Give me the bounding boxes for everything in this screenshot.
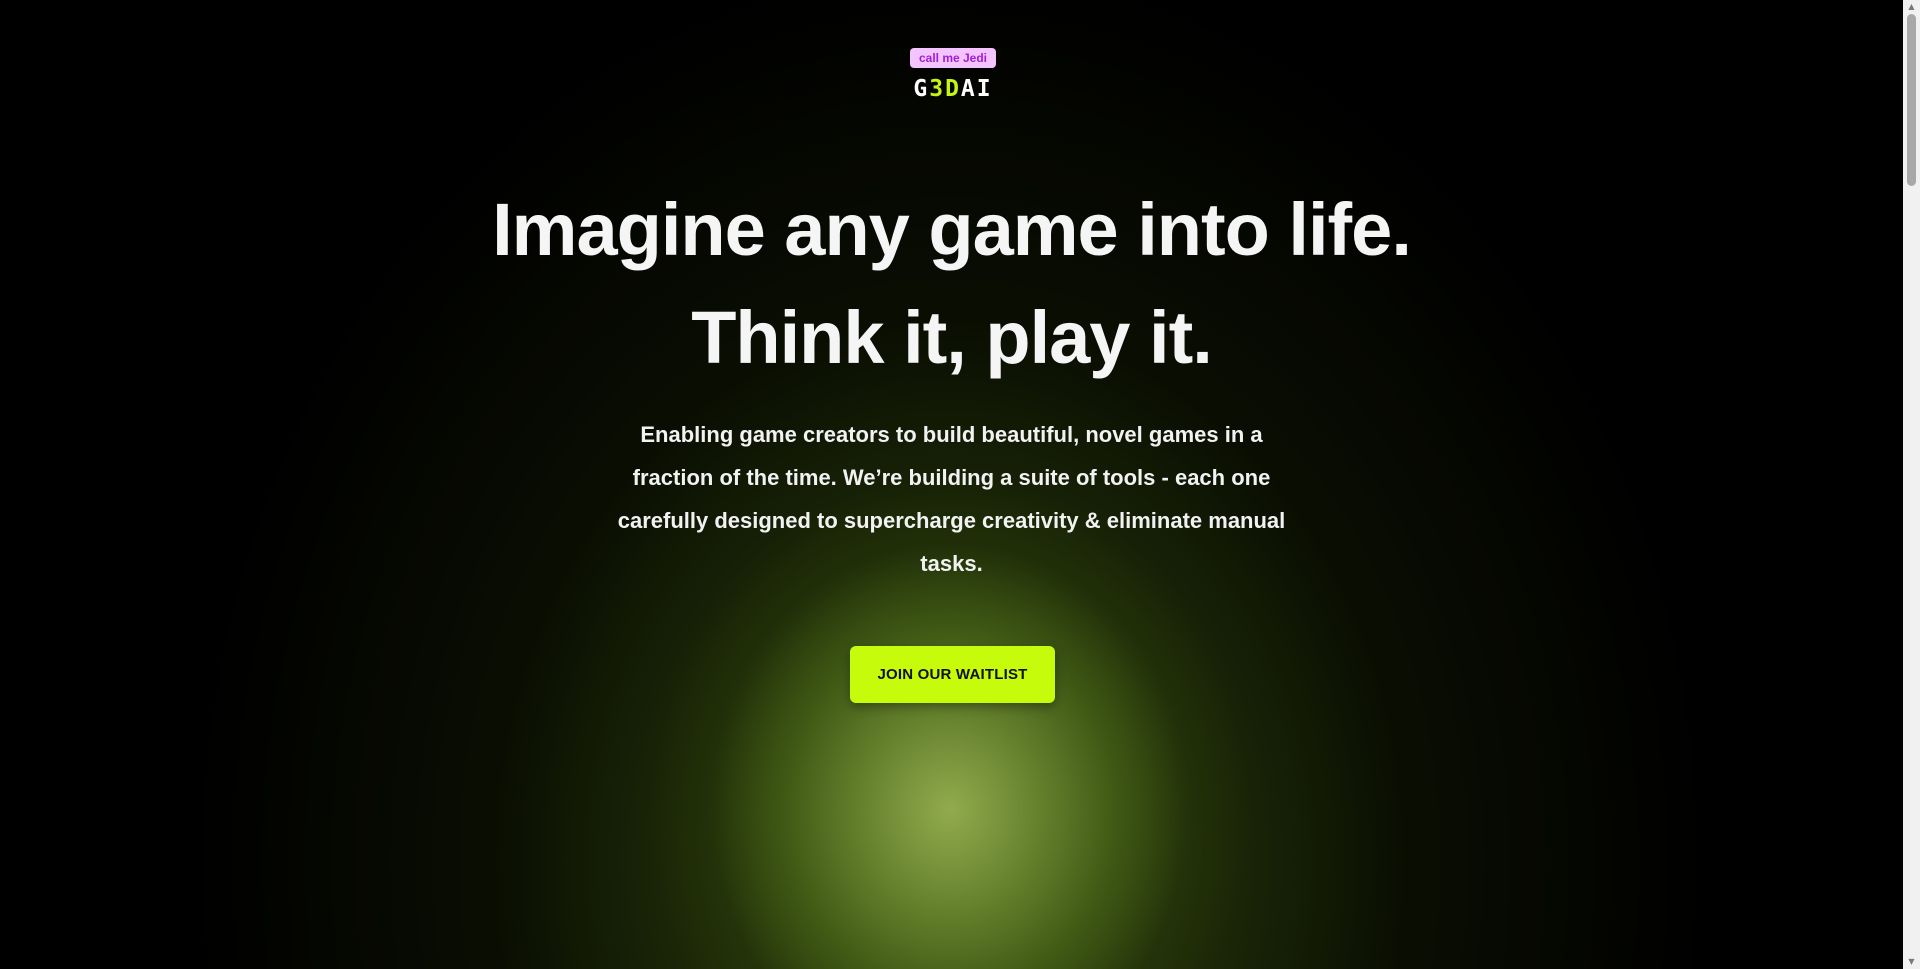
scrollbar-thumb[interactable] (1907, 14, 1916, 186)
logo-text-g: G (913, 76, 930, 102)
logo-text-ai: AI (960, 76, 993, 102)
call-me-jedi-badge[interactable]: call me Jedi (910, 48, 996, 68)
hero-headline: Imagine any game into life. Think it, pl… (0, 176, 1903, 392)
g3dai-logo[interactable]: G3DAI (900, 76, 1006, 102)
headline-line-1: Imagine any game into life. (492, 188, 1412, 271)
headline-line-2: Think it, play it. (691, 296, 1213, 379)
scroll-down-arrow-icon[interactable]: ▼ (1903, 955, 1920, 969)
hero-subtitle: Enabling game creators to build beautifu… (617, 422, 1286, 576)
page-viewport: call me Jedi G3DAI Imagine any game into… (0, 0, 1903, 969)
scroll-up-arrow-icon[interactable]: ▲ (1903, 0, 1920, 14)
logo-text-3d: 3D (929, 76, 961, 102)
vertical-scrollbar[interactable]: ▲ ▼ (1903, 0, 1920, 969)
join-waitlist-button[interactable]: JOIN OUR WAITLIST (850, 646, 1055, 703)
